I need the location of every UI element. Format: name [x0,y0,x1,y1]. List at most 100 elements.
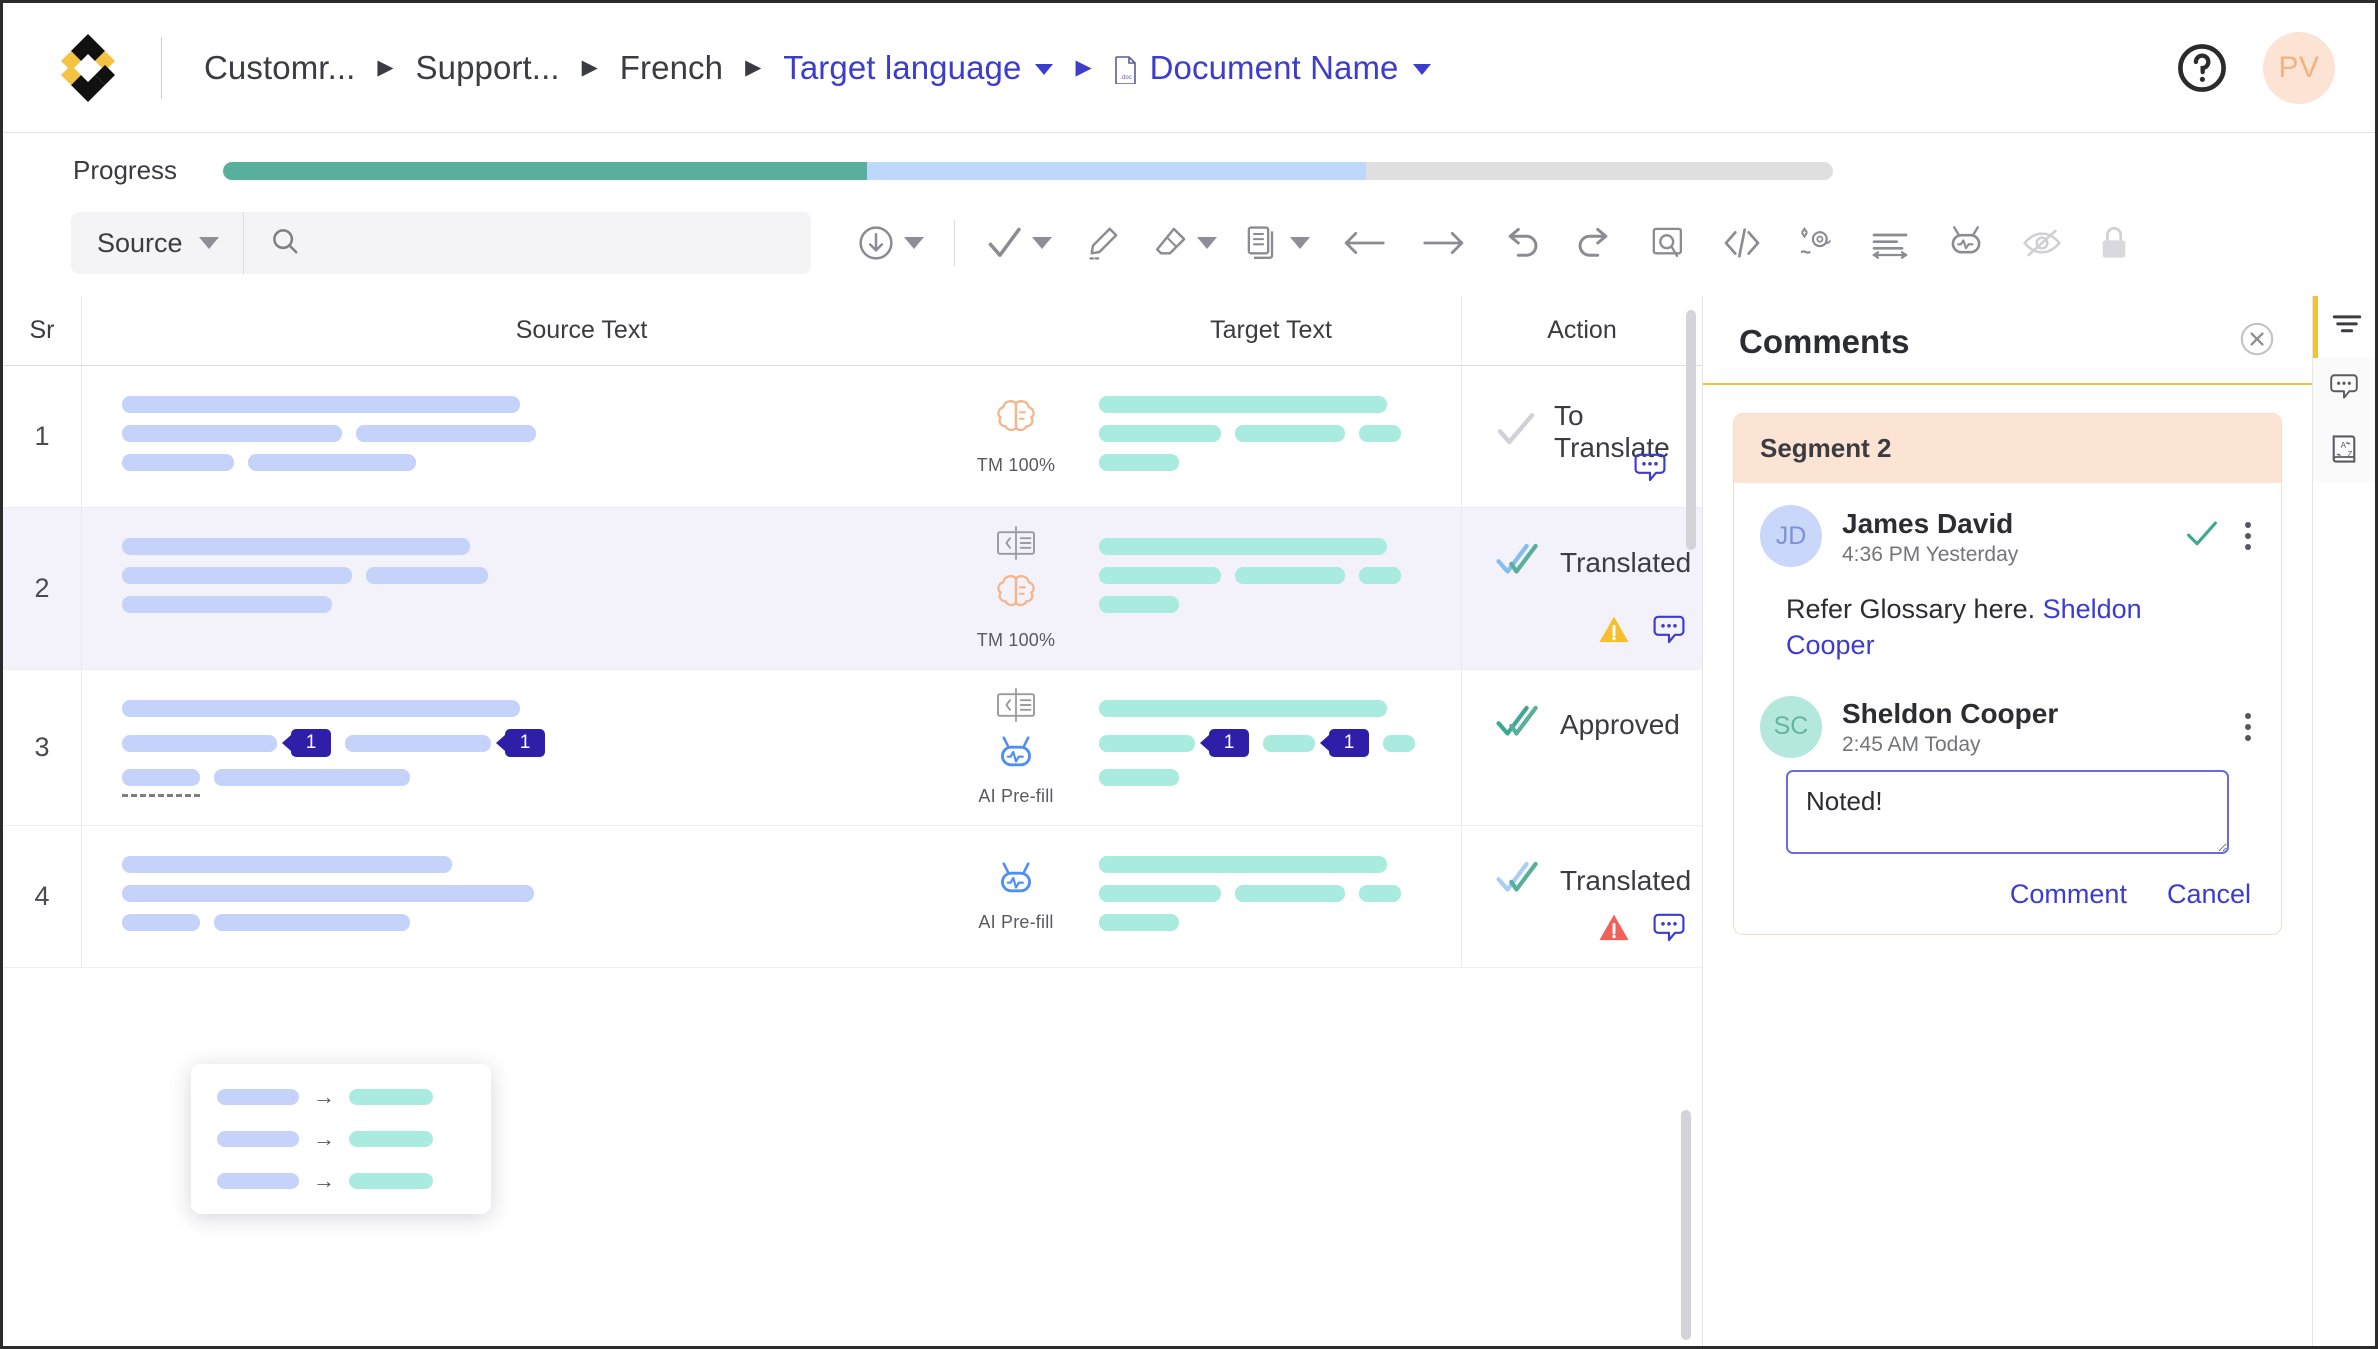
chevron-down-icon[interactable] [1032,237,1052,249]
inline-tag[interactable]: 1 [291,729,331,757]
search-scope-select[interactable]: Source [71,212,244,274]
close-circle-icon[interactable] [2240,322,2274,361]
check-resolve-icon[interactable] [2185,519,2219,554]
svg-text:.doc: .doc [1120,75,1132,81]
table-row[interactable]: 4 AI Pre-fill Translated [3,826,1702,968]
breadcrumb-item-french[interactable]: French [620,49,723,87]
comment-cancel-button[interactable]: Cancel [2167,879,2251,910]
align-text-icon[interactable] [1852,212,1928,274]
confirm-check-icon[interactable] [971,212,1066,274]
redo-icon[interactable] [1558,212,1632,274]
target-text-cell[interactable] [1081,508,1461,669]
comment-actions [2185,518,2255,554]
app-header: Customr... ▶ Support... ▶ French ▶ Targe… [3,3,2375,133]
hide-eye-icon[interactable] [2004,212,2080,274]
source-text-cell[interactable] [81,826,951,967]
warning-triangle-yellow-icon[interactable] [1597,614,1631,651]
segment-badge: Segment 2 [1734,414,2281,483]
search-input[interactable] [317,228,811,258]
inline-tag[interactable]: 1 [505,729,545,757]
rail-item-comments[interactable] [2313,358,2375,420]
inline-tag[interactable]: 1 [1209,729,1249,757]
segment-split-icon [992,526,1040,565]
brain-icon [993,573,1039,622]
comment-body: Refer Glossary here. [1786,594,2036,624]
comment-bubble-icon[interactable] [1632,452,1668,489]
table-row[interactable]: 2 TM 100% Translated [3,508,1702,670]
lock-icon[interactable] [2080,212,2148,274]
toolbar-divider [954,220,955,266]
chevron-down-icon[interactable] [198,237,219,249]
arrow-right-icon: → [313,1168,335,1193]
warning-triangle-red-icon[interactable] [1597,912,1631,949]
source-text-cell[interactable] [81,508,951,669]
breadcrumb-item-support[interactable]: Support... [416,49,560,87]
arrow-right-icon[interactable] [1404,212,1484,274]
target-text-skeleton: 1 1 [1099,700,1441,786]
grid-scrollbar[interactable] [1686,310,1696,550]
target-text-cell[interactable]: 1 1 [1081,670,1461,825]
glossary-row: → [217,1086,467,1108]
bottom-scrollbar[interactable] [1681,1110,1691,1340]
eraser-icon[interactable] [1138,212,1231,274]
spellcheck-icon[interactable] [1780,212,1852,274]
row-icon-group [1597,614,1687,651]
source-text-skeleton [122,856,931,931]
glossary-suggestion-popup[interactable]: → → → [191,1064,491,1214]
status[interactable]: Translated [1496,860,1691,901]
source-text-cell[interactable]: 1 1 [81,670,951,825]
comment-reply-wrap [1760,758,2255,859]
comment-bubble-icon[interactable] [1651,912,1687,949]
chevron-down-icon[interactable] [1197,237,1217,249]
comment-bubble-icon[interactable] [1651,614,1687,651]
row-index: 1 [34,421,50,451]
table-row[interactable]: 3 1 1 AI Pre-fill 1 1 Approved [3,670,1702,826]
status-label: Approved [1560,708,1680,740]
action-cell: Approved [1461,670,1710,825]
preview-search-icon[interactable] [1632,212,1704,274]
table-row[interactable]: 1 TM 100% To Translate [3,366,1702,508]
comment-timestamp: 4:36 PM Yesterday [1842,542,2019,566]
breadcrumb-document-label: Document Name [1149,48,1399,86]
avatar: JD [1760,505,1822,567]
rail-item-filter[interactable] [2313,296,2375,358]
status-label: Translated [1560,864,1692,896]
status[interactable]: Approved [1496,704,1680,745]
status[interactable]: Translated [1496,542,1691,583]
chevron-down-icon[interactable] [1412,64,1431,76]
target-text-cell[interactable] [1081,366,1461,507]
comment-reply-input[interactable] [1786,769,2229,854]
arrow-right-icon: → [313,1126,335,1151]
chevron-down-icon[interactable] [1035,64,1054,76]
translation-editor-app: Customr... ▶ Support... ▶ French ▶ Targe… [0,0,2378,1349]
breadcrumb-separator: ▶ [377,56,394,79]
app-logo[interactable] [53,32,123,104]
kebab-menu-icon[interactable] [2241,518,2255,554]
ai-robot-icon[interactable] [1928,212,2004,274]
undo-icon[interactable] [1484,212,1558,274]
glossary-row: → [217,1170,467,1192]
inline-tag[interactable]: 1 [1329,729,1369,757]
kebab-menu-icon[interactable] [2241,709,2255,745]
avatar[interactable]: PV [2263,31,2335,104]
comment-submit-button[interactable]: Comment [2010,879,2127,910]
code-tags-icon[interactable] [1704,212,1780,274]
rail-item-glossary[interactable]: A Z [2313,420,2375,482]
breadcrumb-item-target-language[interactable]: Target language [783,49,1054,87]
search-bar: Source [71,212,811,274]
source-text-cell[interactable] [81,366,951,507]
edit-pencil-icon[interactable] [1066,212,1138,274]
download-icon[interactable] [843,212,938,274]
breadcrumb-item-document-name[interactable]: .doc Document Name [1114,49,1431,87]
chevron-down-icon[interactable] [1290,237,1310,249]
comment-entry: JD James David 4:36 PM Yesterday Refer G… [1734,483,2281,674]
target-text-cell[interactable] [1081,826,1461,967]
breadcrumb-item-customer[interactable]: Customr... [204,49,355,87]
arrow-right-icon: → [313,1084,335,1109]
question-circle-icon[interactable] [2175,41,2229,95]
chevron-down-icon[interactable] [904,237,924,249]
comment-entry: SC Sheldon Cooper 2:45 AM Today [1734,674,2281,859]
arrow-left-icon[interactable] [1324,212,1404,274]
copy-documents-icon[interactable] [1231,212,1324,274]
single-check-gray-icon [1496,412,1536,453]
